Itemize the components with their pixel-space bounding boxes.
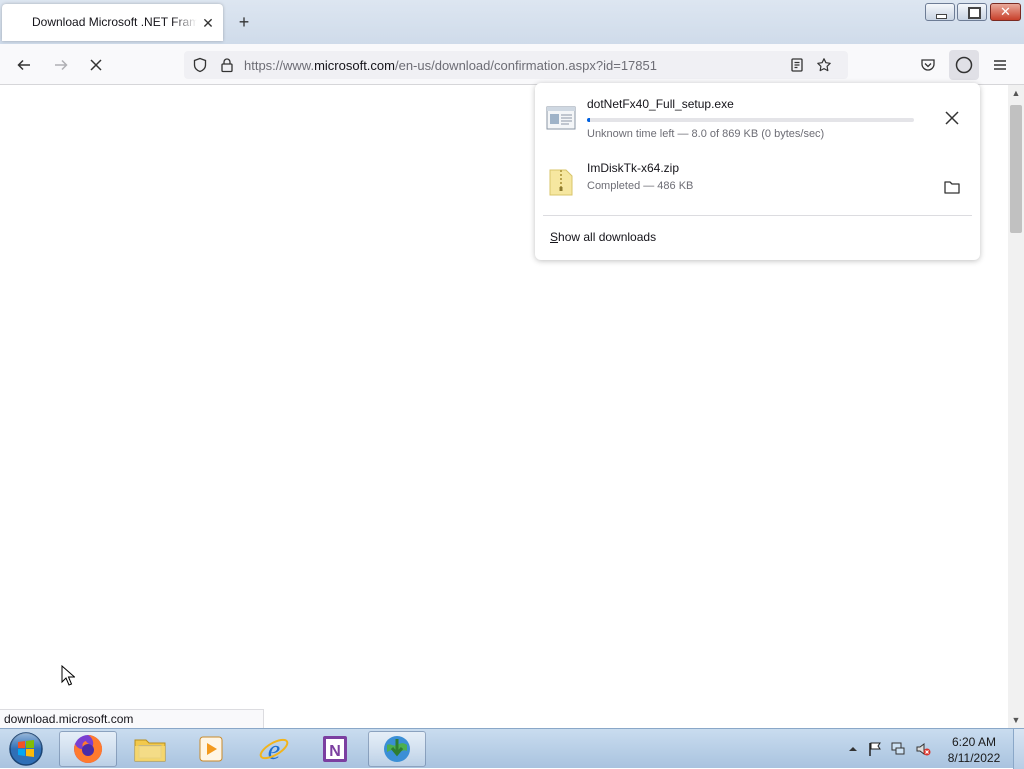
mouse-cursor-icon — [61, 665, 75, 686]
app-menu-button[interactable] — [987, 52, 1013, 78]
stop-loading-button[interactable] — [83, 52, 109, 78]
stop-icon — [90, 59, 102, 71]
hamburger-menu-icon — [994, 60, 1006, 70]
svg-text:N: N — [329, 743, 341, 760]
shield-icon[interactable] — [192, 57, 208, 73]
scrollbar-thumb[interactable] — [1010, 105, 1022, 233]
download-filename: ImDiskTk-x64.zip — [587, 161, 680, 175]
minimize-button[interactable] — [925, 3, 955, 21]
scroll-down-arrow-icon[interactable]: ▼ — [1008, 712, 1024, 728]
download-progress-fill — [587, 118, 591, 122]
svg-text:e: e — [268, 735, 280, 765]
media-player-icon — [199, 736, 223, 762]
taskbar-onenote[interactable]: N — [306, 731, 364, 767]
vertical-scrollbar[interactable]: ▲ ▼ — [1008, 85, 1024, 728]
url-path: /en-us/download/confirmation.aspx?id=178… — [394, 58, 657, 73]
clock-time: 6:20 AM — [951, 735, 997, 749]
download-item[interactable]: ImDiskTk-x64.zip Completed — 486 KB — [543, 155, 972, 217]
clock-date: 8/11/2022 — [947, 751, 1001, 765]
url-text[interactable]: https://www.microsoft.com/en-us/download… — [244, 58, 657, 73]
url-bar[interactable]: https://www.microsoft.com/en-us/download… — [184, 51, 848, 79]
taskbar-firefox[interactable] — [59, 731, 117, 767]
taskbar-clock[interactable]: 6:20 AM 8/11/2022 — [941, 734, 1007, 766]
pocket-icon — [921, 59, 935, 71]
executable-file-icon — [546, 106, 576, 130]
start-button[interactable] — [5, 731, 47, 767]
arrow-right-icon — [55, 59, 68, 71]
volume-muted-icon[interactable] — [915, 741, 931, 757]
url-prefix: https://www. — [244, 58, 315, 73]
lock-icon[interactable] — [219, 57, 235, 73]
arrow-left-icon — [17, 59, 30, 71]
download-progress-icon — [955, 56, 973, 74]
download-status: Unknown time left — 8.0 of 869 KB (0 byt… — [587, 128, 825, 140]
internet-explorer-icon: e — [259, 735, 289, 765]
bookmark-star-icon[interactable] — [816, 57, 832, 73]
taskbar-download-manager[interactable] — [368, 731, 426, 767]
url-domain: microsoft.com — [314, 58, 395, 73]
zip-archive-icon — [549, 169, 573, 196]
action-center-flag-icon[interactable] — [867, 741, 883, 757]
downloads-button[interactable] — [949, 50, 979, 80]
show-all-downloads-button[interactable]: Show all downloads — [550, 230, 656, 244]
close-window-button[interactable]: ✕ — [990, 3, 1021, 21]
taskbar-media-player[interactable] — [182, 731, 240, 767]
downloads-panel: dotNetFx40_Full_setup.exe Unknown time l… — [535, 83, 980, 260]
title-bar: Download Microsoft .NET Framework 4 ✕ + … — [0, 0, 1024, 44]
reader-view-icon[interactable] — [789, 57, 805, 73]
download-filename: dotNetFx40_Full_setup.exe — [587, 97, 734, 111]
show-desktop-button[interactable] — [1013, 729, 1024, 769]
show-all-label-rest: how all downloads — [558, 230, 657, 244]
close-icon: ✕ — [1000, 4, 1011, 19]
tab-title: Download Microsoft .NET Framework 4 — [32, 15, 197, 29]
new-tab-button[interactable]: + — [234, 12, 254, 32]
download-manager-icon — [384, 736, 410, 762]
tab-active[interactable]: Download Microsoft .NET Framework 4 ✕ — [2, 4, 223, 41]
tab-close-button[interactable]: ✕ — [200, 15, 216, 31]
cancel-download-icon[interactable] — [943, 109, 961, 127]
show-in-folder-icon[interactable] — [943, 178, 961, 196]
network-icon[interactable] — [890, 741, 906, 757]
back-button[interactable] — [11, 52, 37, 78]
onenote-icon: N — [323, 736, 347, 762]
scroll-up-arrow-icon[interactable]: ▲ — [1008, 85, 1024, 101]
restore-button[interactable] — [957, 3, 987, 21]
navigation-toolbar: https://www.microsoft.com/en-us/download… — [0, 44, 1024, 85]
download-item[interactable]: dotNetFx40_Full_setup.exe Unknown time l… — [543, 91, 972, 153]
forward-button[interactable] — [48, 52, 74, 78]
show-hidden-icons-arrow-icon[interactable] — [845, 741, 861, 757]
taskbar-internet-explorer[interactable]: e — [245, 731, 303, 767]
status-url: download.microsoft.com — [0, 709, 264, 728]
taskbar-windows-explorer[interactable] — [121, 731, 179, 767]
accesskey-letter: S — [550, 230, 559, 244]
taskbar: e N 6:20 AM 8/11/2022 — [0, 728, 1024, 769]
folder-icon — [134, 739, 166, 762]
firefox-icon — [74, 734, 103, 763]
divider — [543, 215, 972, 216]
pocket-button[interactable] — [915, 52, 941, 78]
system-tray: 6:20 AM 8/11/2022 — [843, 729, 1024, 769]
download-progress-bar — [587, 118, 914, 122]
download-status: Completed — 486 KB — [587, 180, 694, 192]
